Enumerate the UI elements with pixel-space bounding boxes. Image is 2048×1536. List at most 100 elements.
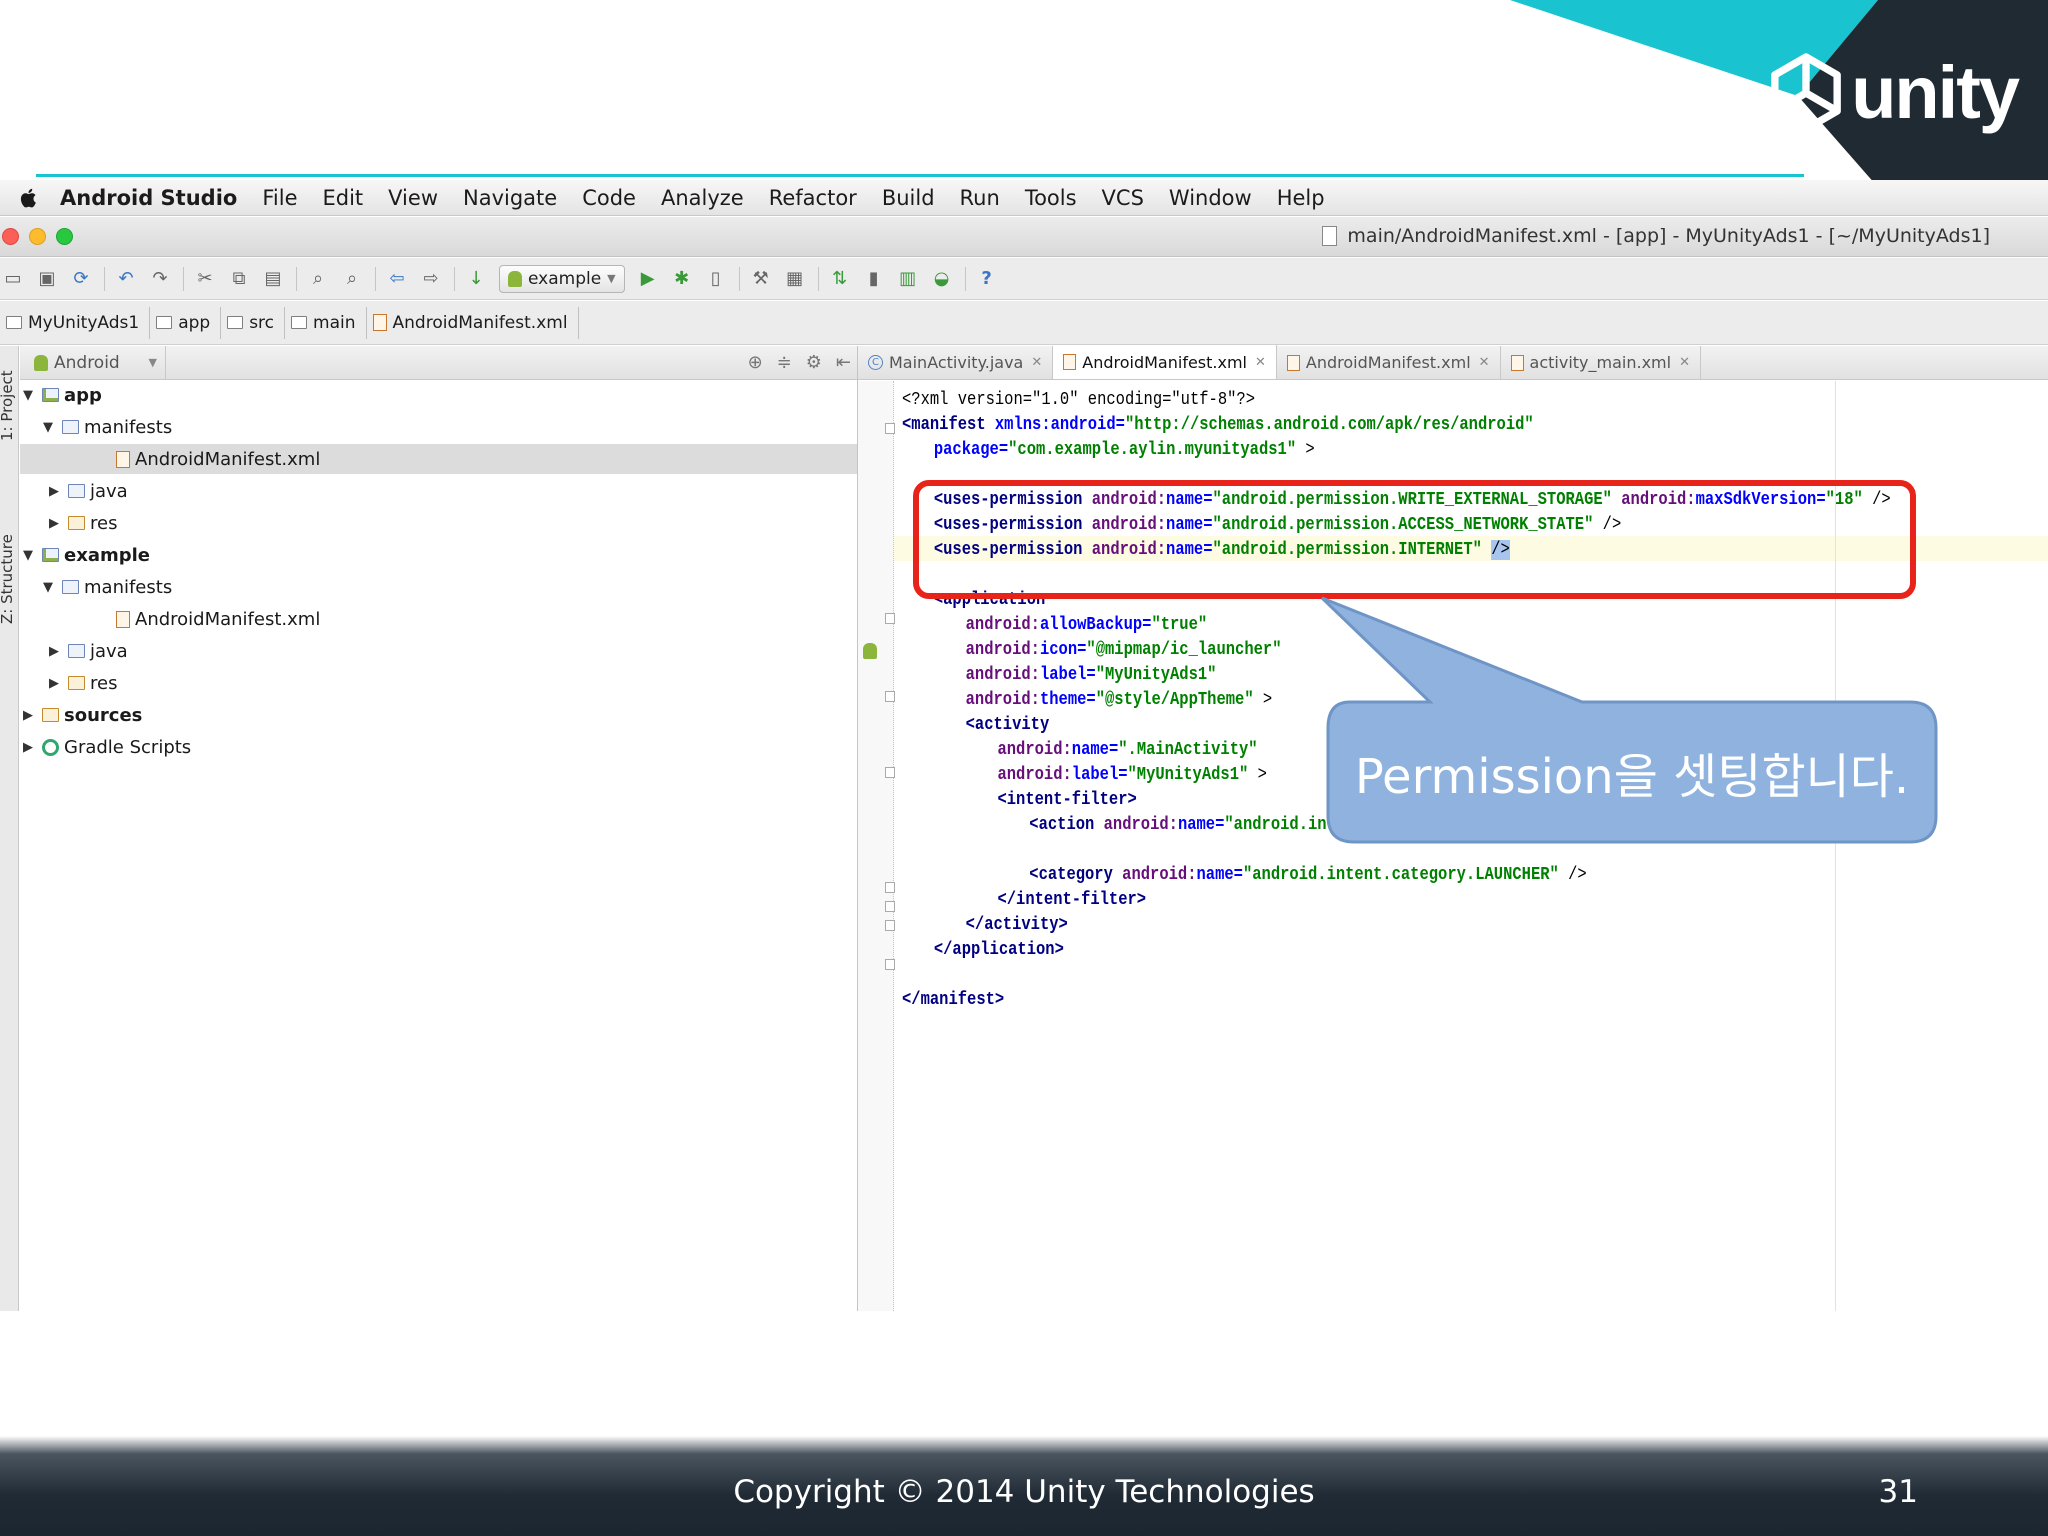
menu-view[interactable]: View (388, 186, 438, 210)
menu-vcs[interactable]: VCS (1102, 186, 1144, 210)
menu-file[interactable]: File (262, 186, 297, 210)
hide-panel-icon[interactable]: ⇤ (836, 352, 851, 373)
project-structure-icon[interactable]: ⚒ (750, 268, 772, 290)
tab-androidmanifest-main[interactable]: AndroidManifest.xml ✕ (1053, 345, 1277, 379)
undo-icon[interactable]: ↶ (115, 268, 137, 290)
apple-icon[interactable] (18, 186, 40, 210)
tab-activity-main[interactable]: activity_main.xml ✕ (1501, 346, 1701, 379)
collapse-all-icon[interactable]: ≑ (777, 352, 792, 373)
run-icon[interactable]: ▶ (637, 268, 659, 290)
tab-androidmanifest-example[interactable]: AndroidManifest.xml ✕ (1277, 346, 1501, 379)
breadcrumb-src[interactable]: src (221, 306, 286, 339)
fold-marker-icon[interactable] (885, 691, 895, 702)
scroll-from-source-icon[interactable]: ⊕ (748, 352, 763, 373)
close-icon[interactable]: ✕ (1479, 355, 1490, 370)
breadcrumb-main[interactable]: main (285, 306, 367, 339)
expand-arrow-icon[interactable]: ▶ (20, 740, 36, 755)
expand-arrow-icon[interactable]: ▶ (46, 484, 62, 499)
sdk-manager-icon[interactable]: ▦ (784, 268, 806, 290)
breadcrumb-app[interactable]: app (150, 306, 222, 339)
toolbar-separator (454, 266, 455, 291)
window-minimize-button[interactable] (29, 228, 46, 245)
expand-arrow-icon[interactable]: ▼ (20, 388, 36, 403)
fold-marker-icon[interactable] (885, 767, 895, 778)
toolbar-separator (817, 266, 819, 291)
tree-node-res[interactable]: ▶ res (46, 668, 117, 698)
paste-icon[interactable]: ▤ (262, 268, 284, 290)
find-icon[interactable]: ⌕ (307, 268, 329, 290)
device-monitor-icon[interactable]: ▥ (897, 268, 919, 290)
close-icon[interactable]: ✕ (1255, 355, 1266, 370)
tree-node-manifest-file[interactable]: AndroidManifest.xml (20, 444, 857, 474)
open-icon[interactable]: ▭ (2, 268, 24, 290)
run-config-dropdown[interactable]: example ▼ (499, 264, 625, 293)
debug-icon[interactable]: ✱ (671, 268, 693, 290)
breadcrumb-file[interactable]: AndroidManifest.xml (367, 306, 579, 339)
project-view-selector[interactable]: Android ▼ (20, 346, 166, 379)
close-icon[interactable]: ✕ (1031, 355, 1042, 370)
save-icon[interactable]: ▣ (36, 268, 58, 290)
tree-node-app[interactable]: ▼ app (20, 380, 102, 410)
copy-icon[interactable]: ⧉ (228, 268, 250, 290)
expand-arrow-icon[interactable]: ▶ (46, 676, 62, 691)
gear-icon[interactable]: ⚙ (806, 352, 822, 373)
android-robot-icon[interactable]: ◒ (931, 268, 953, 290)
fold-marker-icon[interactable] (885, 920, 895, 931)
expand-arrow-icon[interactable]: ▼ (40, 580, 56, 595)
tree-node-res[interactable]: ▶ res (46, 508, 117, 538)
menu-tools[interactable]: Tools (1025, 186, 1077, 210)
window-zoom-button[interactable] (56, 228, 73, 245)
cut-icon[interactable]: ✂ (194, 268, 216, 290)
replace-icon[interactable]: ⌕ (341, 268, 363, 290)
fold-marker-icon[interactable] (885, 901, 895, 912)
fold-marker-icon[interactable] (885, 613, 895, 624)
breadcrumb-project[interactable]: MyUnityAds1 (0, 306, 151, 339)
editor-tabs: C MainActivity.java ✕ AndroidManifest.xm… (858, 345, 2048, 380)
tree-node-gradle-scripts[interactable]: ▶ Gradle Scripts (20, 732, 191, 762)
menu-navigate[interactable]: Navigate (463, 186, 557, 210)
fold-marker-icon[interactable] (885, 423, 895, 434)
forward-icon[interactable]: ⇨ (420, 268, 442, 290)
expand-arrow-icon[interactable]: ▼ (40, 420, 56, 435)
resource-folder-icon (68, 516, 85, 530)
menu-refactor[interactable]: Refactor (769, 186, 857, 210)
tree-node-manifests[interactable]: ▼ manifests (40, 572, 172, 602)
code-line: <category android:name="android.intent.c… (1029, 865, 1587, 885)
expand-arrow-icon[interactable]: ▶ (20, 708, 36, 723)
project-tool-button[interactable]: 1: Project (0, 370, 16, 441)
menu-analyze[interactable]: Analyze (661, 186, 744, 210)
tree-node-java[interactable]: ▶ java (46, 636, 128, 666)
tab-mainactivity[interactable]: C MainActivity.java ✕ (858, 346, 1054, 379)
expand-arrow-icon[interactable]: ▶ (46, 644, 62, 659)
menu-window[interactable]: Window (1169, 186, 1252, 210)
code-line: package="com.example.aylin.myunityads1" … (933, 440, 1315, 460)
tab-label: activity_main.xml (1529, 353, 1672, 372)
menu-code[interactable]: Code (582, 186, 636, 210)
fold-marker-icon[interactable] (885, 882, 895, 893)
redo-icon[interactable]: ↷ (149, 268, 171, 290)
window-close-button[interactable] (2, 228, 19, 245)
menu-run[interactable]: Run (960, 186, 1000, 210)
structure-tool-button[interactable]: Z: Structure (0, 534, 16, 624)
gradle-sync-icon[interactable]: ⇅ (829, 268, 851, 290)
fold-marker-icon[interactable] (885, 959, 895, 970)
make-icon[interactable]: ↓ (465, 268, 487, 290)
sync-icon[interactable]: ⟳ (70, 268, 92, 290)
tree-node-java[interactable]: ▶ java (46, 476, 128, 506)
menu-help[interactable]: Help (1277, 186, 1325, 210)
toolbar-separator (296, 266, 297, 291)
tree-node-example[interactable]: ▼ example (20, 540, 150, 570)
menu-build[interactable]: Build (882, 186, 935, 210)
attach-icon[interactable]: ▯ (705, 268, 727, 290)
help-icon[interactable]: ? (976, 268, 998, 290)
expand-arrow-icon[interactable]: ▶ (46, 516, 62, 531)
menu-app-name[interactable]: Android Studio (60, 186, 237, 210)
tree-node-sources[interactable]: ▶ sources (20, 700, 142, 730)
menu-edit[interactable]: Edit (322, 186, 363, 210)
close-icon[interactable]: ✕ (1679, 355, 1690, 370)
avd-manager-icon[interactable]: ▮ (863, 268, 885, 290)
back-icon[interactable]: ⇦ (386, 268, 408, 290)
expand-arrow-icon[interactable]: ▼ (20, 548, 36, 563)
tree-node-manifest-file[interactable]: AndroidManifest.xml (94, 604, 320, 634)
tree-node-manifests[interactable]: ▼ manifests (40, 412, 172, 442)
